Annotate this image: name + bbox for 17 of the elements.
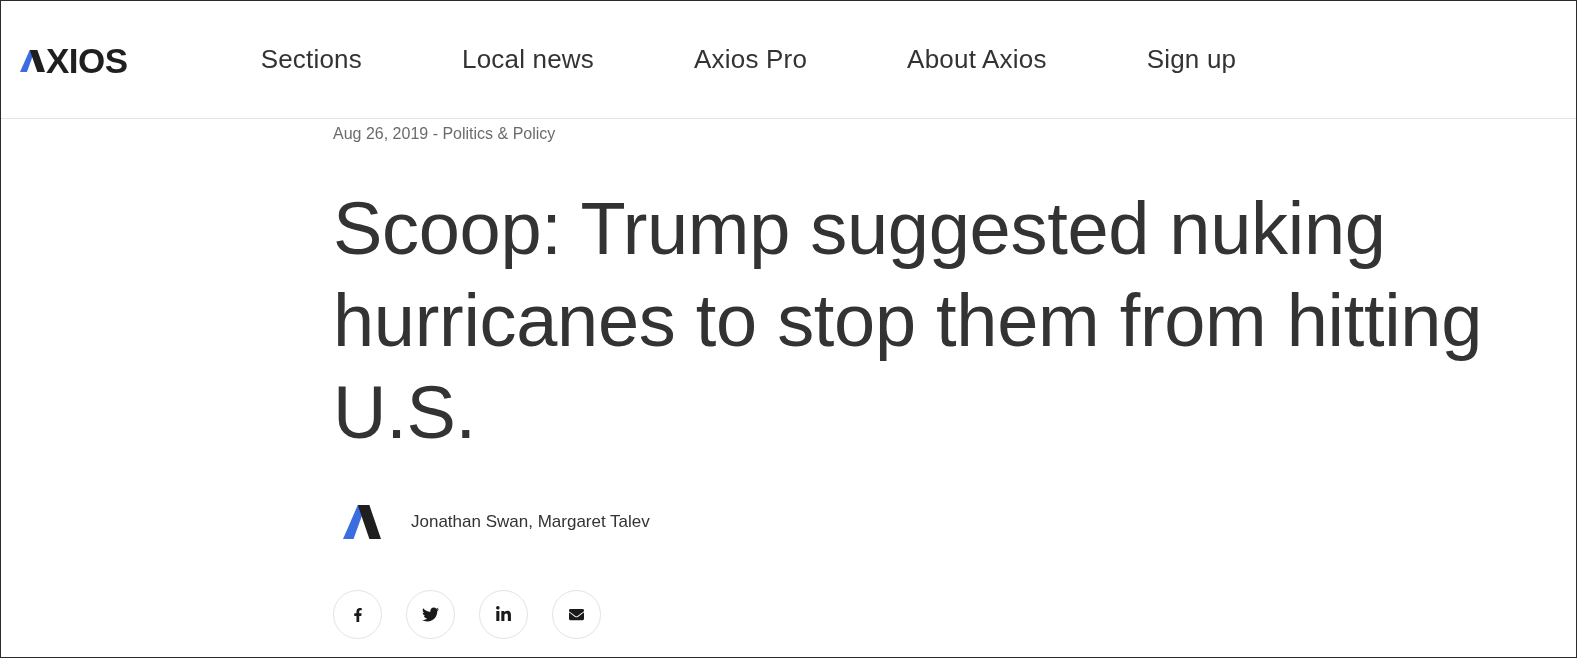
nav-link[interactable]: Sign up [1146,44,1237,75]
envelope-icon [569,607,584,622]
nav-link[interactable]: Axios Pro [694,44,808,75]
share-button[interactable] [552,590,601,639]
logo-mark-icon [343,505,381,539]
share-button[interactable] [479,590,528,639]
nav-link[interactable]: Sections [260,44,362,75]
nav-link[interactable]: Local news [461,44,595,75]
nav-link[interactable]: About Axios [907,44,1047,75]
share-button[interactable] [406,590,455,639]
headline: Scoop: Trump suggested nuking hurricanes to stop them from hitting U.S. [333,186,1484,456]
logo-link[interactable]: XIOS [20,43,128,78]
linkedin-icon [495,606,512,623]
dateline: Aug 26, 2019 - Politics & Policy [333,124,557,144]
bird-icon [422,606,439,623]
logo-mark-icon [20,48,45,73]
author-names: Jonathan Swan, Margaret Talev [411,512,650,532]
